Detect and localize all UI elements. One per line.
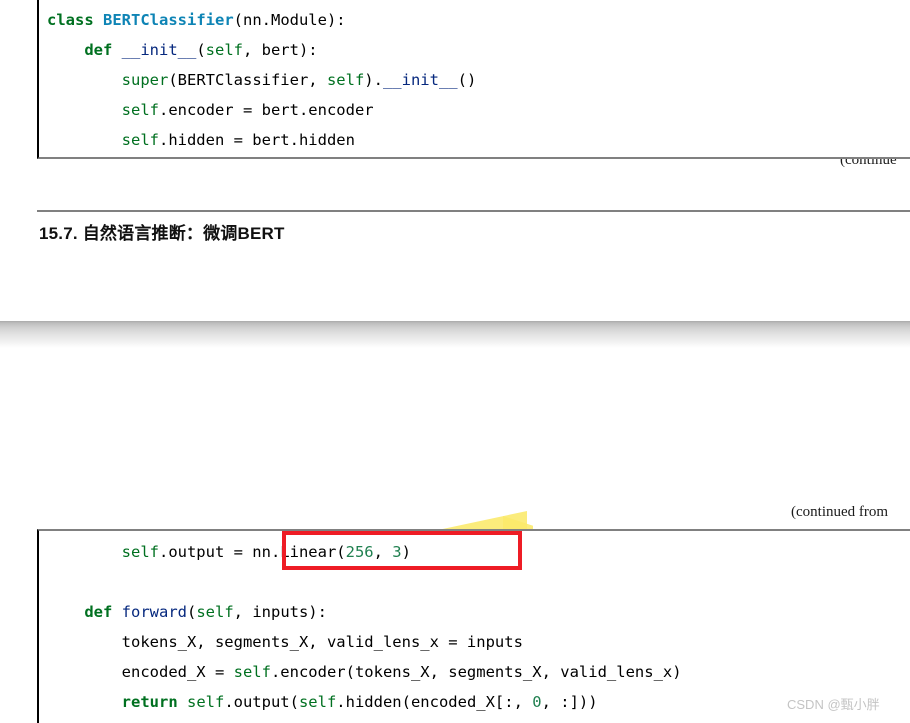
code-token: .encoder(tokens_X, segments_X, valid_len… xyxy=(270,663,682,681)
continued-label-bottom: (continued from xyxy=(791,504,889,520)
code-token: .output( xyxy=(224,693,299,711)
code-token: def xyxy=(84,603,122,621)
code-line: self.encoder = bert.encoder xyxy=(47,95,910,125)
code-line: class BERTClassifier(nn.Module): xyxy=(47,5,910,35)
code-token: self xyxy=(298,693,337,711)
code-token: ( xyxy=(196,41,206,59)
code-token: self xyxy=(121,543,159,561)
code-token: self xyxy=(326,71,365,89)
code-token: self xyxy=(205,41,243,59)
code-token: , bert): xyxy=(242,41,318,59)
code-token: 0 xyxy=(532,693,542,711)
code-token: class xyxy=(47,11,103,29)
code-token: (BERTClassifier, xyxy=(168,71,327,89)
code-token: , inputs): xyxy=(233,603,327,621)
code-line: def __init__(self, bert): xyxy=(47,35,910,65)
code-token: forward xyxy=(121,603,187,621)
code-block-bertclassifier-init: class BERTClassifier(nn.Module): def __i… xyxy=(37,0,910,159)
code-token: tokens_X, segments_X, valid_lens_x = inp… xyxy=(121,633,523,651)
code-line: def forward(self, inputs): xyxy=(47,597,910,627)
code-token: self xyxy=(121,101,159,119)
code-token: .hidden(encoded_X[:, xyxy=(336,693,533,711)
code-token: self xyxy=(196,603,234,621)
code-line: super(BERTClassifier, self).__init__() xyxy=(47,65,910,95)
code-token: BERTClassifier xyxy=(103,11,234,29)
code-token: () xyxy=(457,71,477,89)
code-token: self xyxy=(121,131,159,149)
code-token: __init__ xyxy=(382,71,458,89)
code-line: self.output = nn.Linear(256, 3) xyxy=(47,537,910,567)
code-block-bertclassifier-forward: self.output = nn.Linear(256, 3) def forw… xyxy=(37,529,910,723)
csdn-watermark: CSDN @甄小胖 xyxy=(787,697,880,712)
page-break-shadow xyxy=(0,321,910,348)
code-token: __init__ xyxy=(121,41,197,59)
code-token: .encoder = bert.encoder xyxy=(158,101,374,119)
code-token: self xyxy=(186,693,225,711)
page-title: 15.7. 自然语言推断：微调BERT xyxy=(39,224,285,243)
code-line: return self.output(self.hidden(encoded_X… xyxy=(47,687,910,717)
code-token: 256 xyxy=(345,543,374,561)
heading-divider xyxy=(37,210,910,212)
code-token: return xyxy=(121,693,187,711)
code-token: 3 xyxy=(392,543,402,561)
code-token: def xyxy=(84,41,122,59)
code-token: , :])) xyxy=(541,693,598,711)
code-token: .output = nn.Linear( xyxy=(158,543,346,561)
code-line: encoded_X = self.encoder(tokens_X, segme… xyxy=(47,657,910,687)
code-token: super xyxy=(121,71,169,89)
code-line: self.hidden = bert.hidden xyxy=(47,125,910,155)
code-token: .hidden = bert.hidden xyxy=(158,131,355,149)
code-token: encoded_X = xyxy=(121,663,234,681)
code-token: ). xyxy=(364,71,383,89)
code-token: ( xyxy=(186,603,197,621)
code-token: (nn.Module): xyxy=(233,11,346,29)
code-token: self xyxy=(233,663,271,681)
code-line: tokens_X, segments_X, valid_lens_x = inp… xyxy=(47,627,910,657)
code-token: , xyxy=(373,543,393,561)
code-token: ) xyxy=(401,543,411,561)
